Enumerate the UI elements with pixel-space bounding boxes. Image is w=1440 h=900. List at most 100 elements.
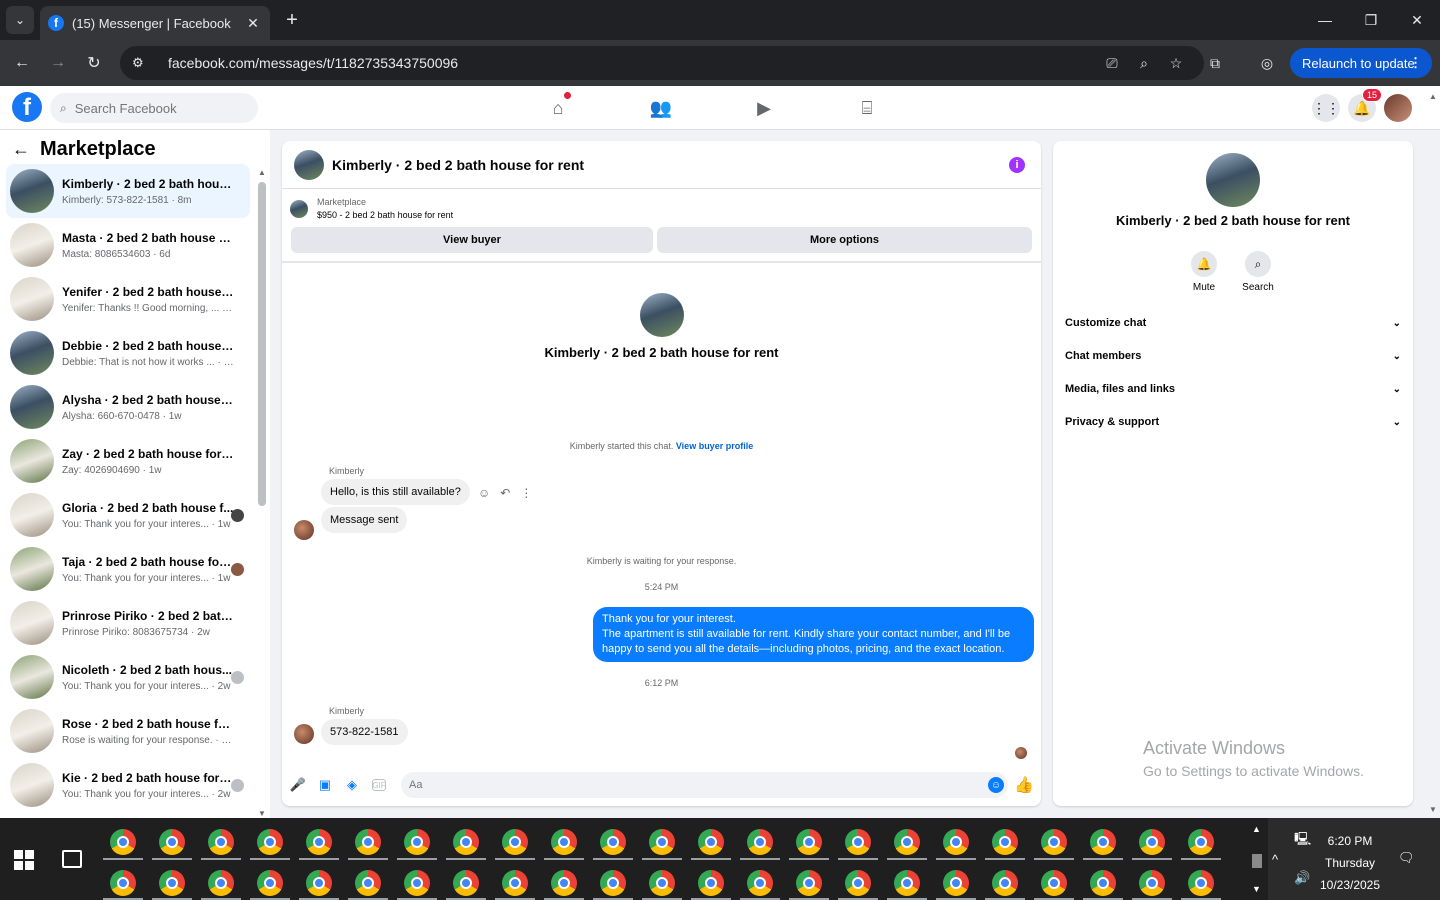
- more-icon[interactable]: ⋮: [520, 486, 532, 500]
- chrome-taskbar-icon[interactable]: [796, 829, 822, 855]
- microphone-icon[interactable]: 🎤: [289, 776, 307, 794]
- like-thumb-icon[interactable]: 👍: [1014, 776, 1034, 794]
- extensions-icon[interactable]: ⧉: [1204, 52, 1226, 74]
- info-icon[interactable]: i: [1009, 157, 1025, 173]
- chrome-taskbar-icon[interactable]: [502, 870, 528, 896]
- customize-chat-section[interactable]: Customize chat ⌄: [1065, 310, 1401, 336]
- account-avatar[interactable]: [1384, 94, 1412, 122]
- chrome-taskbar-icon[interactable]: [551, 829, 577, 855]
- scrollbar-thumb[interactable]: [258, 182, 266, 506]
- mute-button[interactable]: 🔔 Mute: [1174, 251, 1234, 293]
- chrome-taskbar-icon[interactable]: [257, 870, 283, 896]
- back-arrow-icon[interactable]: ←: [12, 139, 30, 160]
- conversation-item[interactable]: Yenifer · 2 bed 2 bath house for... Yenif…: [6, 272, 250, 326]
- incoming-message[interactable]: Hello, is this still available?: [321, 479, 470, 505]
- browser-menu-icon[interactable]: ⋮: [1409, 55, 1422, 71]
- chrome-taskbar-icon[interactable]: [698, 829, 724, 855]
- sidebar-scrollbar[interactable]: ▲ ▼: [257, 166, 267, 818]
- site-info-icon[interactable]: ⚙: [132, 55, 156, 71]
- chrome-taskbar-icon[interactable]: [796, 870, 822, 896]
- network-icon[interactable]: 🖳: [1294, 830, 1311, 852]
- marketplace-listing[interactable]: Marketplace $950 - 2 bed 2 bath house fo…: [290, 197, 453, 220]
- chrome-taskbar-icon[interactable]: [943, 829, 969, 855]
- incoming-message[interactable]: Message sent: [321, 507, 408, 533]
- search-in-chat-button[interactable]: ⌕ Search: [1228, 251, 1288, 293]
- menu-grid-icon[interactable]: ⋮⋮: [1312, 94, 1340, 122]
- chrome-taskbar-icon[interactable]: [159, 870, 185, 896]
- chrome-taskbar-icon[interactable]: [404, 870, 430, 896]
- chrome-taskbar-icon[interactable]: [1041, 829, 1067, 855]
- chrome-taskbar-icon[interactable]: [208, 829, 234, 855]
- notification-center-icon[interactable]: 🗨: [1398, 850, 1415, 866]
- chrome-taskbar-icon[interactable]: [1188, 870, 1214, 896]
- conversation-item[interactable]: Rose · 2 bed 2 bath house for r... Rose i…: [6, 704, 250, 758]
- chat-title[interactable]: Kimberly · 2 bed 2 bath house for rent: [332, 157, 584, 173]
- message-input-box[interactable]: ☺: [401, 772, 1008, 798]
- scroll-down-icon[interactable]: ▼: [257, 809, 267, 818]
- scroll-up-icon[interactable]: ▲: [1252, 824, 1261, 834]
- chrome-taskbar-icon[interactable]: [355, 829, 381, 855]
- conversation-item[interactable]: Kimberly · 2 bed 2 bath house f... Kimber…: [6, 164, 250, 218]
- emoji-icon[interactable]: ☺: [988, 777, 1004, 793]
- page-scroll-down-icon[interactable]: ▼: [1428, 805, 1438, 814]
- new-tab-button[interactable]: +: [280, 8, 304, 32]
- media-files-links-section[interactable]: Media, files and links ⌄: [1065, 376, 1401, 402]
- chrome-taskbar-icon[interactable]: [306, 829, 332, 855]
- facebook-search[interactable]: ⌕: [50, 93, 258, 123]
- video-icon[interactable]: ▶: [749, 94, 779, 122]
- chrome-taskbar-icon[interactable]: [600, 829, 626, 855]
- chrome-taskbar-icon[interactable]: [747, 870, 773, 896]
- chrome-taskbar-icon[interactable]: [404, 829, 430, 855]
- conversation-item[interactable]: Debbie · 2 bed 2 bath house for... Debbie…: [6, 326, 250, 380]
- chrome-taskbar-icon[interactable]: [1041, 870, 1067, 896]
- conversation-item[interactable]: Gloria · 2 bed 2 bath house f... You: Tha…: [6, 488, 250, 542]
- chrome-taskbar-icon[interactable]: [845, 870, 871, 896]
- facebook-search-input[interactable]: [74, 100, 235, 116]
- browser-tab[interactable]: f (15) Messenger | Facebook ✕: [40, 6, 270, 40]
- chrome-taskbar-icon[interactable]: [698, 870, 724, 896]
- chrome-taskbar-icon[interactable]: [1090, 870, 1116, 896]
- more-options-button[interactable]: More options: [657, 227, 1032, 253]
- bookmark-star-icon[interactable]: ☆: [1160, 55, 1192, 72]
- gif-icon[interactable]: GIF: [372, 779, 386, 791]
- outgoing-message[interactable]: Thank you for your interest. The apartme…: [593, 607, 1034, 662]
- privacy-support-section[interactable]: Privacy & support ⌄: [1065, 409, 1401, 435]
- volume-icon[interactable]: 🔊: [1294, 870, 1310, 886]
- page-scroll-up-icon[interactable]: ▲: [1428, 92, 1438, 101]
- chrome-taskbar-icon[interactable]: [992, 829, 1018, 855]
- chrome-taskbar-icon[interactable]: [502, 829, 528, 855]
- conversation-item[interactable]: Alysha · 2 bed 2 bath house for ... Alysh…: [6, 380, 250, 434]
- minimize-button[interactable]: —: [1302, 0, 1348, 40]
- chrome-taskbar-icon[interactable]: [649, 870, 675, 896]
- task-view-icon[interactable]: [62, 850, 82, 868]
- scrollbar-thumb[interactable]: [1252, 854, 1262, 868]
- sender-avatar[interactable]: [294, 520, 314, 540]
- photo-icon[interactable]: ▣: [316, 776, 334, 794]
- incoming-message[interactable]: 573-822-1581: [321, 719, 408, 745]
- close-window-button[interactable]: ✕: [1394, 0, 1440, 40]
- chrome-taskbar-icon[interactable]: [1139, 870, 1165, 896]
- marketplace-icon[interactable]: ⌸: [852, 94, 882, 122]
- relaunch-to-update-button[interactable]: Relaunch to update ⋮: [1290, 48, 1432, 78]
- facebook-logo[interactable]: f: [12, 92, 42, 122]
- tab-close-icon[interactable]: ✕: [244, 15, 262, 32]
- tab-search-button[interactable]: ⌄: [6, 6, 34, 34]
- conversation-item[interactable]: Zay · 2 bed 2 bath house for rent Zay: 40…: [6, 434, 250, 488]
- chevron-up-icon[interactable]: ^: [1272, 852, 1278, 867]
- chrome-taskbar-icon[interactable]: [992, 870, 1018, 896]
- chrome-taskbar-icon[interactable]: [453, 829, 479, 855]
- install-app-icon[interactable]: ⎚: [1096, 55, 1128, 72]
- chrome-taskbar-icon[interactable]: [894, 870, 920, 896]
- taskbar-scroll[interactable]: ▲ ▼: [1250, 820, 1264, 898]
- chrome-taskbar-icon[interactable]: [1090, 829, 1116, 855]
- chrome-taskbar-icon[interactable]: [600, 870, 626, 896]
- chrome-taskbar-icon[interactable]: [1188, 829, 1214, 855]
- restore-button[interactable]: ❐: [1348, 0, 1394, 40]
- back-button[interactable]: ←: [9, 50, 35, 76]
- address-bar[interactable]: ⚙ facebook.com/messages/t/11827353437500…: [120, 46, 1204, 80]
- chrome-taskbar-icon[interactable]: [894, 829, 920, 855]
- home-icon[interactable]: ⌂: [543, 92, 573, 122]
- chrome-taskbar-icon[interactable]: [551, 870, 577, 896]
- profile-icon[interactable]: ◎: [1256, 52, 1278, 74]
- message-input[interactable]: [409, 779, 969, 791]
